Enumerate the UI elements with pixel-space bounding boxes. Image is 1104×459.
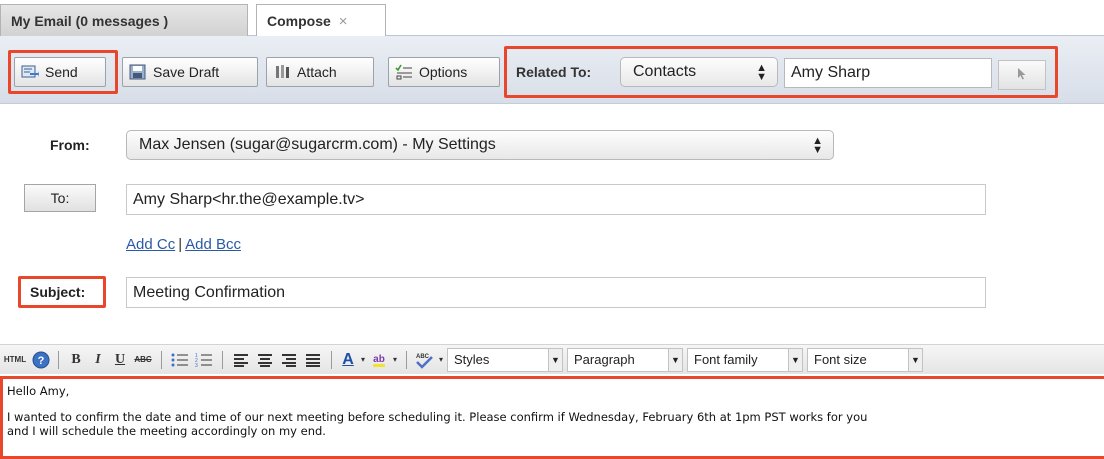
chevron-down-icon: ▼ — [788, 348, 802, 371]
spellcheck-dropdown-icon[interactable]: ▾ — [435, 349, 447, 371]
send-button[interactable]: Send — [14, 57, 106, 87]
tab-bar: My Email (0 messages ) Compose × — [0, 0, 1104, 37]
font-family-dropdown[interactable]: Font family ▼ — [687, 347, 803, 372]
separator — [161, 350, 162, 369]
paperclip-icon — [273, 64, 291, 80]
from-select[interactable]: Max Jensen (sugar@sugarcrm.com) - My Set… — [126, 130, 834, 160]
chevron-down-icon: ▼ — [668, 348, 682, 371]
underline-button[interactable]: U — [109, 349, 131, 371]
paragraph-dropdown[interactable]: Paragraph ▼ — [567, 347, 683, 372]
highlight-button[interactable]: ab — [368, 349, 390, 371]
body-line-2: and I will schedule the meeting accordin… — [7, 424, 326, 438]
align-right-icon[interactable] — [277, 349, 301, 371]
chevron-down-icon: ▼ — [908, 348, 922, 371]
numbered-list-icon[interactable]: 123 — [192, 349, 216, 371]
svg-text:ABC: ABC — [416, 354, 430, 360]
font-size-dropdown[interactable]: Font size ▼ — [807, 347, 923, 372]
paragraph-label: Paragraph — [574, 352, 635, 367]
email-body-editor[interactable]: Hello Amy, I wanted to confirm the date … — [0, 376, 1104, 459]
from-value: Max Jensen (sugar@sugarcrm.com) - My Set… — [139, 136, 496, 153]
chevron-down-icon: ▼ — [548, 348, 562, 371]
bullet-list-icon[interactable] — [168, 349, 192, 371]
font-size-label: Font size — [814, 352, 867, 367]
to-button[interactable]: To: — [24, 184, 96, 212]
help-icon[interactable]: ? — [30, 349, 52, 371]
tab-compose[interactable]: Compose × — [256, 4, 386, 37]
related-record-input[interactable]: Amy Sharp — [784, 58, 992, 88]
save-draft-label: Save Draft — [153, 64, 220, 80]
font-color-dropdown-icon[interactable]: ▾ — [358, 349, 368, 371]
html-button[interactable]: HTML — [0, 349, 30, 371]
tab-my-email[interactable]: My Email (0 messages ) — [0, 4, 248, 36]
close-icon[interactable]: × — [339, 13, 348, 30]
subject-field[interactable]: Meeting Confirmation — [126, 277, 986, 308]
select-arrows-icon: ▲ ▼ — [756, 62, 767, 83]
separator — [58, 350, 59, 369]
svg-text:?: ? — [38, 355, 45, 367]
from-label: From: — [50, 137, 90, 153]
related-module-value: Contacts — [633, 63, 697, 80]
options-icon — [395, 64, 413, 80]
bold-button[interactable]: B — [65, 349, 87, 371]
separator — [406, 350, 407, 369]
align-left-icon[interactable] — [229, 349, 253, 371]
align-center-icon[interactable] — [253, 349, 277, 371]
options-label: Options — [419, 64, 468, 80]
add-bcc-link[interactable]: Add Bcc — [185, 236, 241, 253]
to-value: Amy Sharp<hr.the@example.tv> — [133, 190, 365, 208]
add-cc-link[interactable]: Add Cc — [126, 236, 175, 253]
options-button[interactable]: Options — [388, 57, 500, 87]
send-icon — [21, 64, 39, 80]
separator — [331, 350, 332, 369]
related-module-select[interactable]: Contacts ▲ ▼ — [620, 57, 778, 87]
save-icon — [129, 64, 147, 80]
strikethrough-button[interactable]: ABC — [131, 349, 155, 371]
body-line-1: I wanted to confirm the date and time of… — [7, 410, 868, 424]
to-label: To: — [50, 190, 70, 206]
svg-text:3: 3 — [195, 363, 198, 367]
cursor-icon — [1017, 67, 1027, 83]
spellcheck-icon[interactable]: ABC — [413, 349, 435, 371]
to-field[interactable]: Amy Sharp<hr.the@example.tv> — [126, 184, 986, 215]
tab-compose-label: Compose — [267, 13, 331, 29]
select-record-button[interactable] — [998, 60, 1046, 90]
attach-label: Attach — [297, 64, 337, 80]
related-to-label: Related To: — [516, 64, 592, 80]
cc-bcc-links: Add Cc | Add Bcc — [126, 236, 241, 253]
subject-label: Subject: — [30, 284, 86, 300]
tab-my-email-label: My Email (0 messages ) — [11, 12, 169, 29]
font-color-button[interactable]: A — [338, 349, 358, 371]
align-justify-icon[interactable] — [301, 349, 325, 371]
styles-label: Styles — [454, 352, 490, 367]
related-record-value: Amy Sharp — [791, 64, 871, 81]
select-arrows-icon: ▲ ▼ — [812, 135, 823, 156]
editor-toolbar: HTML ? B I U ABC 123 A ▾ ab ▾ ABC ▾ Styl… — [0, 344, 1104, 374]
save-draft-button[interactable]: Save Draft — [122, 57, 258, 87]
attach-button[interactable]: Attach — [266, 57, 374, 87]
body-line-greeting: Hello Amy, — [7, 384, 70, 398]
send-label: Send — [45, 64, 78, 80]
link-separator: | — [178, 236, 183, 253]
italic-button[interactable]: I — [87, 349, 109, 371]
separator — [222, 350, 223, 369]
font-family-label: Font family — [694, 352, 758, 367]
subject-value: Meeting Confirmation — [133, 283, 286, 301]
styles-dropdown[interactable]: Styles ▼ — [447, 347, 563, 372]
highlight-dropdown-icon[interactable]: ▾ — [390, 349, 400, 371]
